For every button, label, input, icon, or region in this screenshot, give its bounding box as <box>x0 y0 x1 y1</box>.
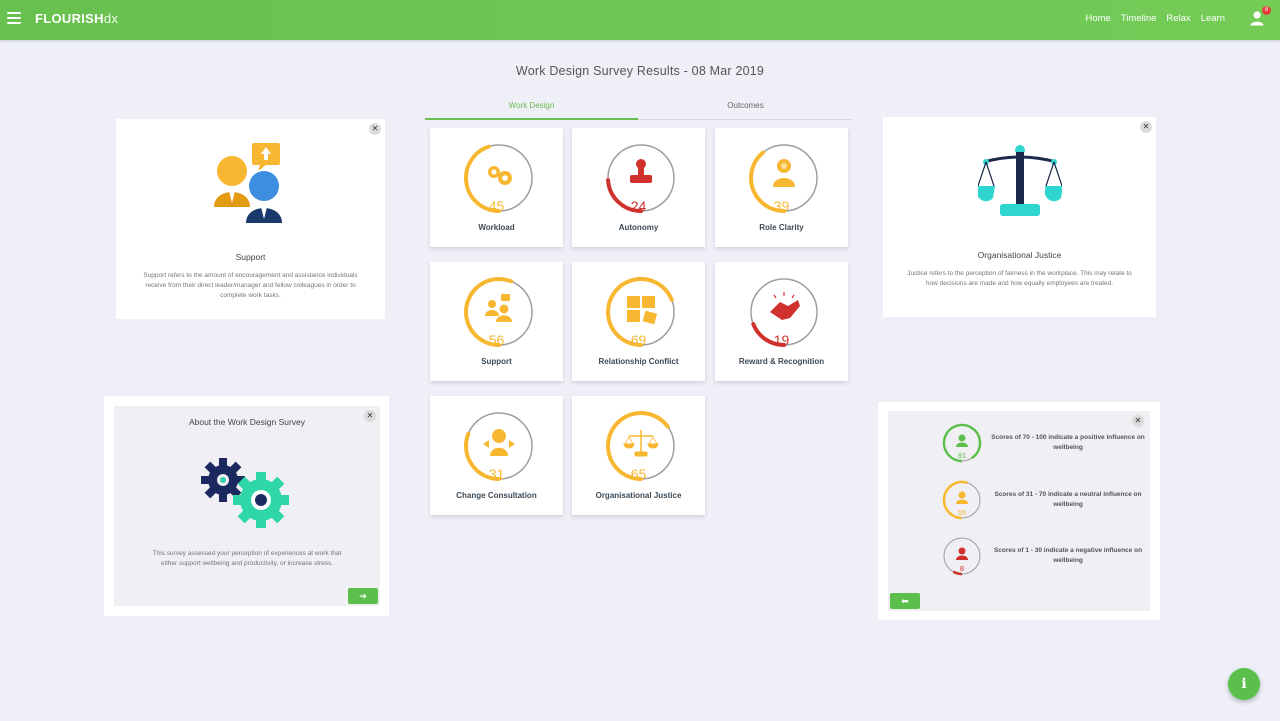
legend-text-positive: Scores of 70 - 100 indicate a positive i… <box>991 434 1145 451</box>
brand-logo[interactable]: FLOURISHdx <box>35 11 118 26</box>
score-role-clarity: 39 <box>773 198 790 214</box>
tab-outcomes[interactable]: Outcomes <box>639 96 852 120</box>
score-workload: 45 <box>488 198 505 214</box>
about-panel-title: About the Work Design Survey <box>188 417 306 427</box>
nav-links: Home Timeline Relax Learn <box>1086 13 1226 24</box>
person-icon <box>958 434 966 442</box>
label-autonomy: Autonomy <box>618 223 659 232</box>
card-workload[interactable]: 45 Workload <box>430 128 563 247</box>
stamp-icon <box>630 159 652 183</box>
justice-info-panel: ✕ Organisational Justice Justice refers … <box>883 117 1156 317</box>
card-role-clarity[interactable]: 39 Role Clarity <box>715 128 848 247</box>
person-icon <box>958 547 966 555</box>
gears-illustration-icon <box>201 458 289 528</box>
legend-gauge-negative: 8 <box>943 537 981 576</box>
justice-panel-description: Justice refers to the perception of fair… <box>907 270 1132 287</box>
support-panel-close-icon[interactable]: ✕ <box>369 123 381 135</box>
page-title: Work Design Survey Results - 08 Mar 2019 <box>515 64 765 78</box>
legend-gauge-positive: 91 <box>942 423 982 463</box>
about-survey-inner: ✕ About the Work Design Survey This surv… <box>114 406 380 606</box>
handshake-icon <box>770 292 800 320</box>
info-fab-button[interactable]: i <box>1228 668 1260 700</box>
hamburger-menu-icon[interactable] <box>7 12 21 24</box>
card-change-consultation[interactable]: 31 Change Consultation <box>430 396 563 515</box>
label-workload: Workload <box>478 223 515 232</box>
tab-work-design[interactable]: Work Design <box>425 96 638 120</box>
score-support: 56 <box>488 332 505 348</box>
puzzle-icon <box>627 296 658 325</box>
card-support[interactable]: 56 Support <box>430 262 563 381</box>
notification-badge: 8 <box>1262 6 1271 15</box>
score-reward-recognition: 19 <box>773 332 790 348</box>
scales-of-justice-icon <box>978 145 1062 216</box>
card-organisational-justice[interactable]: 65 Organisational Justice <box>572 396 705 515</box>
legend-score-positive: 91 <box>958 451 966 460</box>
back-arrow-button[interactable]: ⬅ <box>890 593 920 609</box>
legend-row-neutral: 55 Scores of 31 - 70 indicate a neutral … <box>888 480 1150 520</box>
tab-bar: Work Design Outcomes <box>425 96 853 120</box>
nav-learn[interactable]: Learn <box>1201 13 1225 24</box>
label-support: Support <box>481 357 512 366</box>
brand-bold: FLOURISH <box>35 11 104 26</box>
person-icon <box>958 491 966 499</box>
score-change-consultation: 31 <box>488 466 505 482</box>
nav-home[interactable]: Home <box>1086 13 1111 24</box>
label-reward-recognition: Reward & Recognition <box>738 357 825 366</box>
person-arrows-icon <box>483 429 515 456</box>
label-organisational-justice: Organisational Justice <box>595 491 682 500</box>
legend-text-negative: Scores of 1 - 30 indicate a negative inf… <box>993 547 1143 564</box>
next-arrow-button[interactable]: ➔ <box>348 588 378 604</box>
justice-panel-close-icon[interactable]: ✕ <box>1140 121 1152 133</box>
legend-row-negative: 8 Scores of 1 - 30 indicate a negative i… <box>888 536 1150 576</box>
support-panel-title: Support <box>235 252 266 262</box>
legend-gauge-neutral: 55 <box>942 480 981 520</box>
brand-light: dx <box>103 11 119 26</box>
score-legend-panel: ✕ 91 Scores of 70 - 100 indicate a posit… <box>878 402 1160 620</box>
label-change-consultation: Change Consultation <box>456 491 537 500</box>
label-relationship-conflict: Relationship Conflict <box>598 357 679 366</box>
score-legend-inner: ✕ 91 Scores of 70 - 100 indicate a posit… <box>888 411 1150 611</box>
person-idea-icon <box>773 159 795 187</box>
nav-relax[interactable]: Relax <box>1166 13 1190 24</box>
support-illustration-icon <box>214 143 282 223</box>
support-people-icon <box>485 294 512 322</box>
card-reward-recognition[interactable]: 19 Reward & Recognition <box>715 262 848 381</box>
about-panel-description: This survey assessed your perception of … <box>152 550 342 567</box>
top-navbar: FLOURISHdx Home Timeline Relax Learn 8 <box>0 0 1280 40</box>
legend-score-neutral: 55 <box>958 508 966 517</box>
legend-row-positive: 91 Scores of 70 - 100 indicate a positiv… <box>888 423 1150 463</box>
card-relationship-conflict[interactable]: 69 Relationship Conflict <box>572 262 705 381</box>
score-autonomy: 24 <box>630 198 647 214</box>
scales-icon <box>623 430 659 457</box>
score-organisational-justice: 65 <box>630 466 647 482</box>
nav-timeline[interactable]: Timeline <box>1121 13 1157 24</box>
about-survey-panel: ✕ About the Work Design Survey This surv… <box>104 396 389 616</box>
label-role-clarity: Role Clarity <box>759 223 804 232</box>
legend-score-negative: 8 <box>960 564 964 573</box>
score-relationship-conflict: 69 <box>630 332 647 348</box>
legend-text-neutral: Scores of 31 - 70 indicate a neutral inf… <box>994 491 1142 508</box>
gears-icon <box>488 166 512 185</box>
card-autonomy[interactable]: 24 Autonomy <box>572 128 705 247</box>
support-info-panel: ✕ Support Support refers to the amount o… <box>116 119 385 319</box>
justice-panel-title: Organisational Justice <box>977 250 1062 260</box>
support-panel-description: Support refers to the amount of encourag… <box>143 272 358 299</box>
